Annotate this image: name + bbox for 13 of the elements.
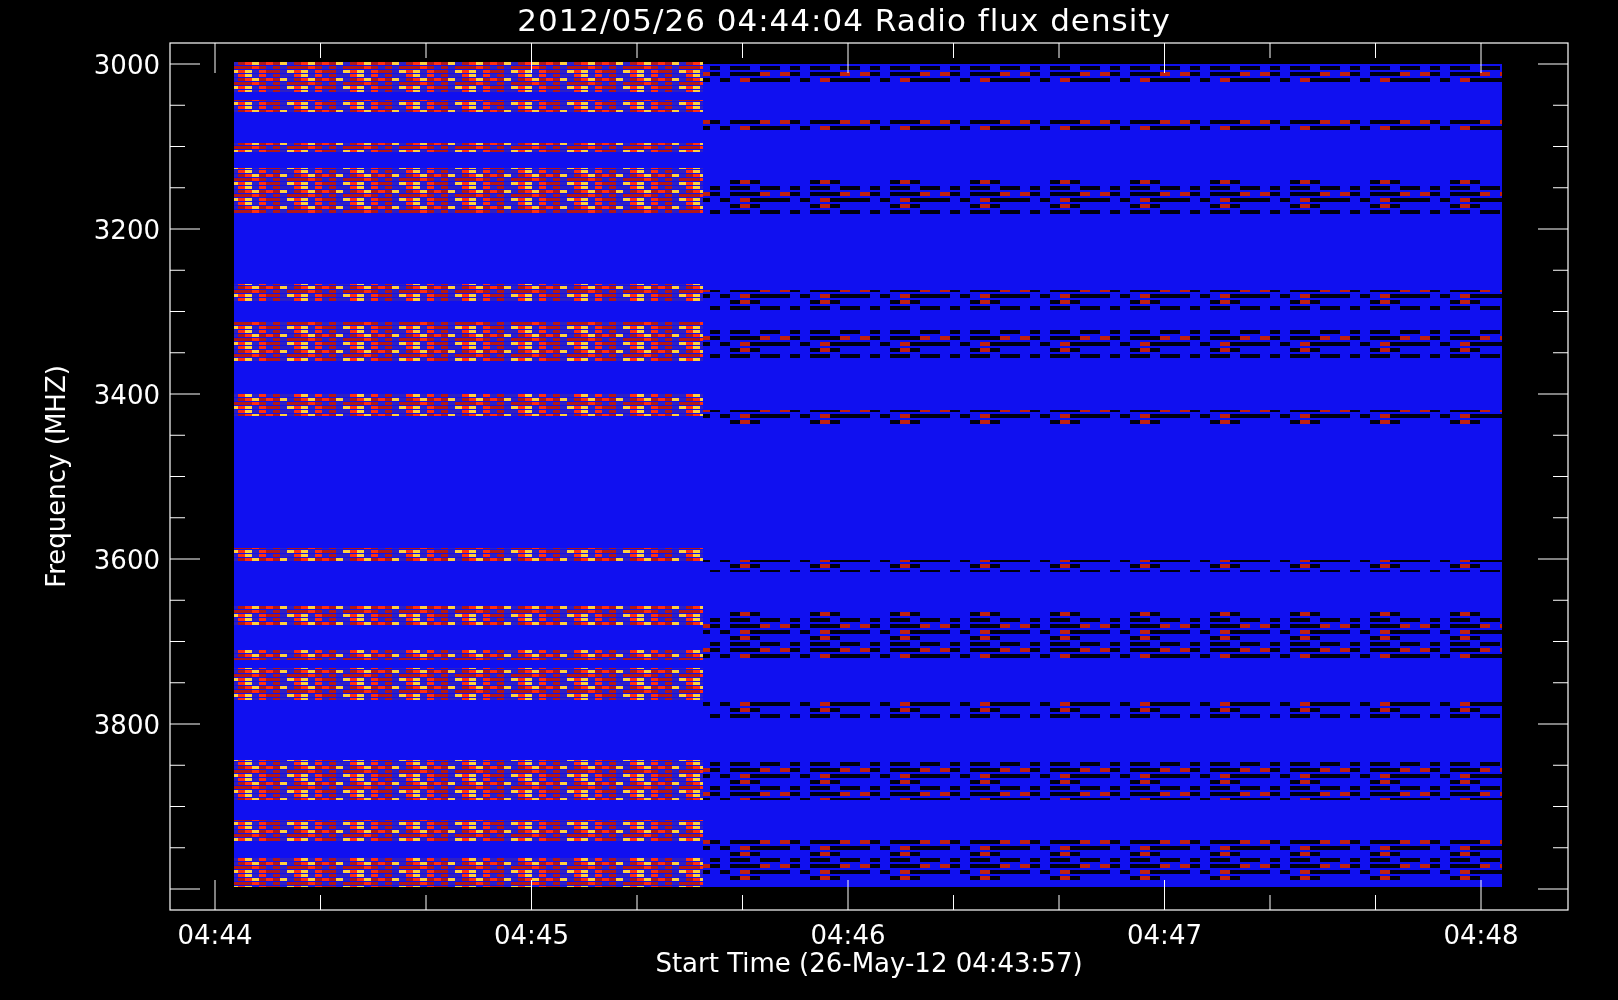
axis-tick-label: 3400 — [93, 380, 160, 410]
axis-tick-label: 04:47 — [1127, 920, 1202, 950]
axis-tick-label: 04:45 — [494, 920, 569, 950]
axis-tick-label: 04:44 — [177, 920, 253, 950]
axis-tick-label: 3200 — [93, 215, 160, 245]
y-axis-label: Frequency (MHZ) — [41, 365, 71, 588]
axis-tick-label: 04:46 — [810, 920, 886, 950]
axis-tick-label: 04:48 — [1443, 920, 1519, 950]
axis-tick-label: 3800 — [93, 710, 160, 740]
axis-tick-label: 3000 — [93, 50, 160, 80]
chart-title: 2012/05/26 04:44:04 Radio flux density — [516, 1, 1171, 40]
x-axis-label: Start Time (26-May-12 04:43:57) — [655, 948, 1083, 978]
axis-tick-label: 3600 — [93, 545, 160, 575]
